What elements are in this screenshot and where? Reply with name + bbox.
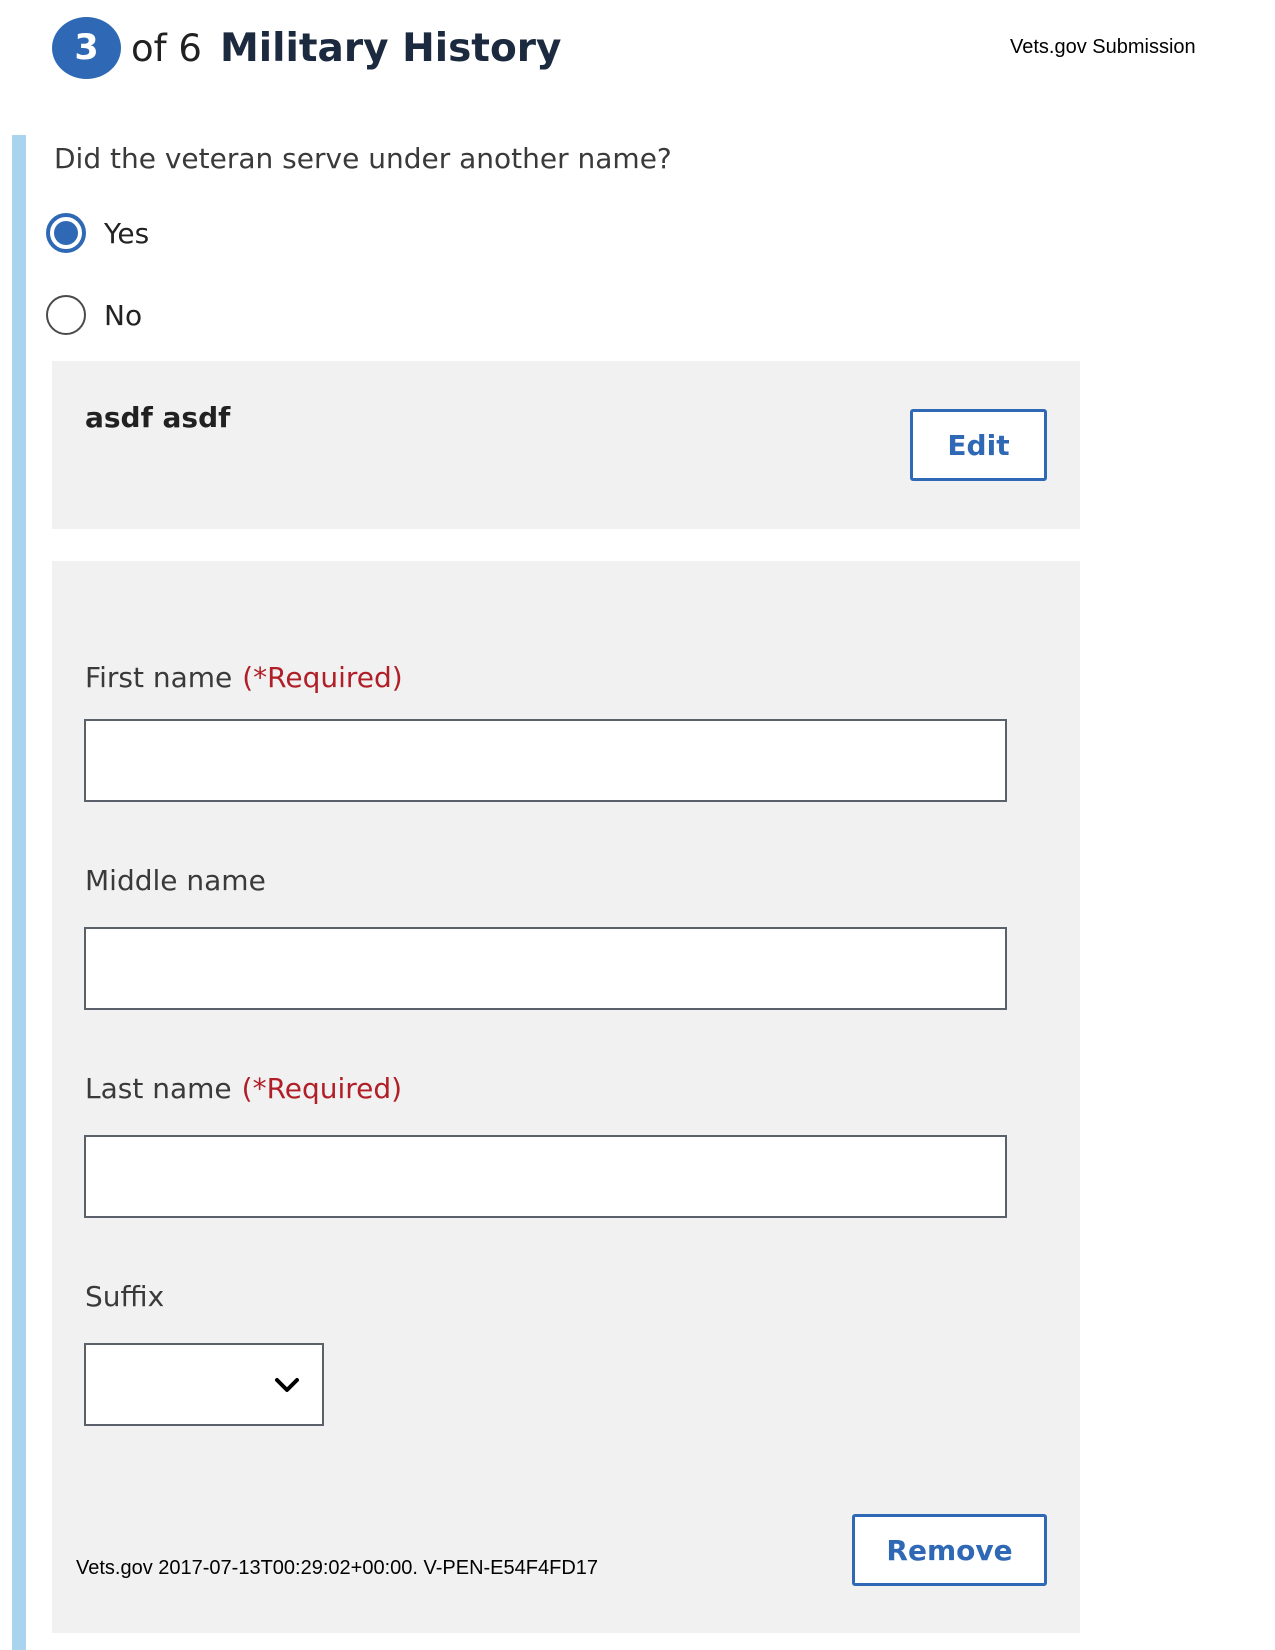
- step-total: of 6: [131, 26, 202, 70]
- middle-name-input[interactable]: [84, 927, 1007, 1010]
- first-name-input[interactable]: [84, 719, 1007, 802]
- submission-stamp: Vets.gov 2017-07-13T00:29:02+00:00. V-PE…: [76, 1557, 599, 1579]
- radio-option-yes[interactable]: Yes: [46, 213, 149, 253]
- last-name-required: (*Required): [241, 1072, 403, 1105]
- radio-yes-button[interactable]: [46, 213, 86, 253]
- first-name-required: (*Required): [242, 661, 403, 694]
- step-header: 3 of 6 Military History: [52, 17, 562, 79]
- last-name-label-text: Last name: [85, 1072, 232, 1105]
- edit-button[interactable]: Edit: [910, 409, 1047, 481]
- middle-name-label: Middle name: [85, 864, 266, 897]
- suffix-select[interactable]: [84, 1343, 324, 1426]
- radio-no-button[interactable]: [46, 295, 86, 335]
- radio-option-no[interactable]: No: [46, 295, 142, 335]
- first-name-label-text: First name: [85, 661, 233, 694]
- section-accent-bar: [12, 135, 26, 1650]
- alternate-name-form: First name (*Required) Middle name Last n…: [52, 561, 1080, 1633]
- chevron-down-icon: [275, 1378, 299, 1392]
- suffix-label: Suffix: [85, 1280, 165, 1313]
- question-label: Did the veteran serve under another name…: [54, 142, 672, 175]
- saved-name: asdf asdf: [85, 401, 231, 434]
- page-title: Military History: [219, 25, 562, 71]
- step-number-badge: 3: [52, 17, 121, 79]
- last-name-input[interactable]: [84, 1135, 1007, 1218]
- first-name-label: First name (*Required): [85, 661, 403, 694]
- radio-no-label: No: [104, 298, 143, 332]
- submission-label: Vets.gov Submission: [1010, 36, 1196, 58]
- remove-button[interactable]: Remove: [852, 1514, 1047, 1586]
- radio-yes-label: Yes: [104, 216, 150, 250]
- saved-name-card: asdf asdf Edit: [52, 361, 1080, 529]
- last-name-label: Last name (*Required): [85, 1072, 402, 1105]
